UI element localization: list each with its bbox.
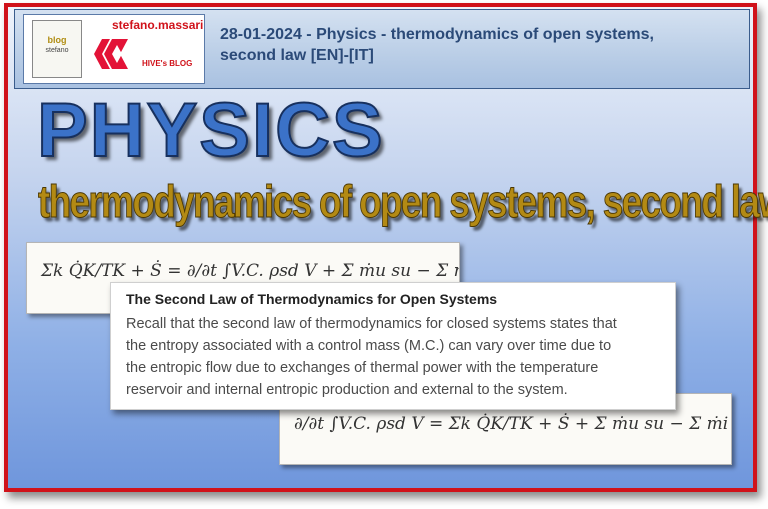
hive-logo-icon (94, 39, 128, 69)
formula-top-text: Σk Q̇K/TK + Ṡ = ∂/∂t ∫V.C. ρsd V + Σ ṁu … (41, 261, 460, 281)
post-header: blog stefano stefano.massari HIVE's BLOG… (14, 9, 750, 89)
excerpt-line: the entropic flow due to exchanges of th… (126, 360, 599, 376)
post-title[interactable]: 28-01-2024 - Physics - thermodynamics of… (220, 24, 730, 66)
thumbnail-title: blog (47, 35, 67, 45)
post-title-line-1: 28-01-2024 - Physics - thermodynamics of… (220, 26, 654, 43)
excerpt-line: Recall that the second law of thermodyna… (126, 316, 617, 332)
topic-heading: thermodynamics of open systems, second l… (38, 176, 768, 228)
excerpt-line: reservoir and internal entropic producti… (126, 382, 568, 398)
post-title-line-2: second law [EN]-[IT] (220, 47, 374, 64)
formula-bottom-text: ∂/∂t ∫V.C. ρsd V = Σk Q̇K/TK + Ṡ + Σ ṁu … (294, 414, 732, 434)
excerpt-line: the entropy associated with a control ma… (126, 338, 612, 354)
hive-blog-label: HIVE's BLOG (142, 59, 193, 68)
subject-heading: PHYSICS (36, 88, 385, 173)
thumbnail-subtitle: stefano (45, 47, 69, 54)
excerpt-title: The Second Law of Thermodynamics for Ope… (126, 291, 498, 307)
author-badge[interactable]: blog stefano stefano.massari HIVE's BLOG (23, 14, 205, 84)
blog-thumbnail: blog stefano (32, 20, 82, 78)
excerpt-card: The Second Law of Thermodynamics for Ope… (110, 282, 676, 410)
author-name[interactable]: stefano.massari (112, 18, 203, 32)
